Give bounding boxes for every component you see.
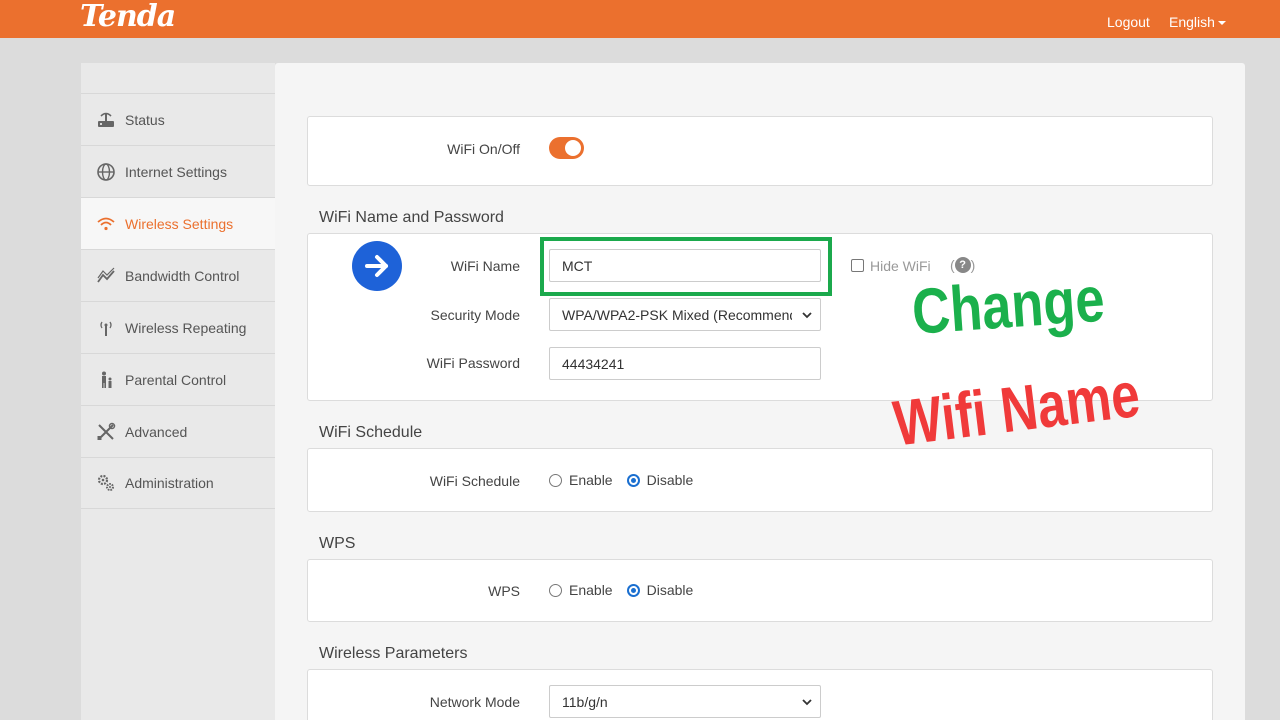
sidebar-item-label: Wireless Settings: [125, 215, 234, 232]
wireless-params-panel: Network Mode 11b/g/n: [307, 669, 1213, 720]
wps-disable-radio[interactable]: [626, 583, 640, 597]
toggle-knob: [565, 140, 581, 156]
sidebar-item-parental-control[interactable]: Parental Control: [81, 353, 275, 405]
wifi-icon: [95, 213, 117, 235]
arrow-right-icon: [352, 241, 402, 291]
overlay-change-text: Change: [909, 262, 1107, 348]
wifi-name-label: WiFi Name: [450, 258, 520, 274]
sidebar: Status Internet Settings Wireless Settin…: [81, 63, 275, 720]
sidebar-item-label: Internet Settings: [125, 163, 227, 180]
globe-icon: [95, 161, 117, 183]
wifi-onoff-toggle[interactable]: [549, 137, 584, 159]
schedule-enable-label: Enable: [569, 472, 613, 488]
antenna-icon: [95, 317, 117, 339]
section-title-schedule: WiFi Schedule: [319, 424, 423, 441]
wifi-name-value: MCT: [562, 257, 593, 274]
wifi-password-label: WiFi Password: [426, 355, 520, 371]
schedule-enable-radio[interactable]: [549, 473, 562, 487]
bandwidth-icon: [95, 265, 117, 287]
wifi-schedule-label: WiFi Schedule: [429, 473, 520, 489]
schedule-disable-radio[interactable]: [626, 473, 640, 487]
network-mode-select[interactable]: 11b/g/n: [549, 685, 821, 718]
wps-enable-radio[interactable]: [549, 583, 562, 597]
wifi-password-value: 44434241: [562, 355, 625, 372]
sidebar-item-status[interactable]: Status: [81, 93, 275, 145]
chevron-down-icon: [802, 311, 812, 318]
help-icon: ?: [954, 257, 971, 273]
wps-enable-label: Enable: [569, 582, 613, 598]
security-mode-label: Security Mode: [430, 307, 520, 323]
router-icon: [95, 109, 117, 131]
language-label: English: [1169, 14, 1215, 30]
security-mode-select[interactable]: WPA/WPA2-PSK Mixed (Recommended): [549, 298, 821, 331]
wifi-onoff-panel: WiFi On/Off: [307, 116, 1213, 186]
schedule-disable-label: Disable: [646, 472, 694, 488]
tools-icon: [95, 421, 117, 443]
sidebar-item-advanced[interactable]: Advanced: [81, 405, 275, 457]
sidebar-item-label: Bandwidth Control: [125, 267, 240, 284]
schedule-panel: WiFi Schedule Enable Disable: [307, 448, 1213, 512]
sidebar-item-bandwidth-control[interactable]: Bandwidth Control: [81, 249, 275, 301]
sidebar-item-wireless-repeating[interactable]: Wireless Repeating: [81, 301, 275, 353]
hide-wifi-label: Hide WiFi: [870, 258, 931, 274]
caret-down-icon: [1217, 21, 1226, 26]
section-title-wireless-params: Wireless Parameters: [319, 645, 468, 662]
wifi-password-input[interactable]: 44434241: [549, 347, 821, 380]
family-icon: [95, 369, 117, 391]
sidebar-item-label: Status: [125, 111, 165, 128]
gears-icon: [95, 472, 117, 494]
help-tooltip[interactable]: ( ? ): [950, 257, 975, 273]
section-title-name-password: WiFi Name and Password: [319, 209, 504, 226]
tenda-logo: Tenda: [80, 0, 176, 34]
network-mode-label: Network Mode: [429, 694, 520, 710]
wps-label: WPS: [488, 583, 520, 599]
security-mode-value: WPA/WPA2-PSK Mixed (Recommended): [562, 306, 792, 323]
sidebar-item-internet-settings[interactable]: Internet Settings: [81, 145, 275, 197]
logout-link[interactable]: Logout: [1107, 13, 1150, 31]
hide-wifi-checkbox[interactable]: [851, 259, 864, 272]
chevron-down-icon: [802, 698, 812, 705]
wps-disable-label: Disable: [646, 582, 694, 598]
sidebar-item-label: Administration: [125, 475, 214, 491]
wifi-onoff-label: WiFi On/Off: [447, 141, 520, 157]
section-title-wps: WPS: [319, 535, 356, 552]
wps-radio-group: Enable Disable: [549, 582, 707, 598]
sidebar-item-administration[interactable]: Administration: [81, 457, 275, 509]
sidebar-item-label: Advanced: [125, 423, 188, 440]
wps-panel: WPS Enable Disable: [307, 559, 1213, 622]
network-mode-value: 11b/g/n: [562, 693, 608, 710]
wifi-name-input[interactable]: MCT: [549, 249, 821, 282]
language-selector[interactable]: English: [1169, 13, 1226, 31]
top-header: Tenda Logout English: [0, 0, 1280, 38]
sidebar-item-label: Wireless Repeating: [125, 319, 247, 336]
sidebar-item-wireless-settings[interactable]: Wireless Settings: [81, 197, 275, 249]
schedule-radio-group: Enable Disable: [549, 472, 707, 488]
sidebar-item-label: Parental Control: [125, 371, 227, 388]
